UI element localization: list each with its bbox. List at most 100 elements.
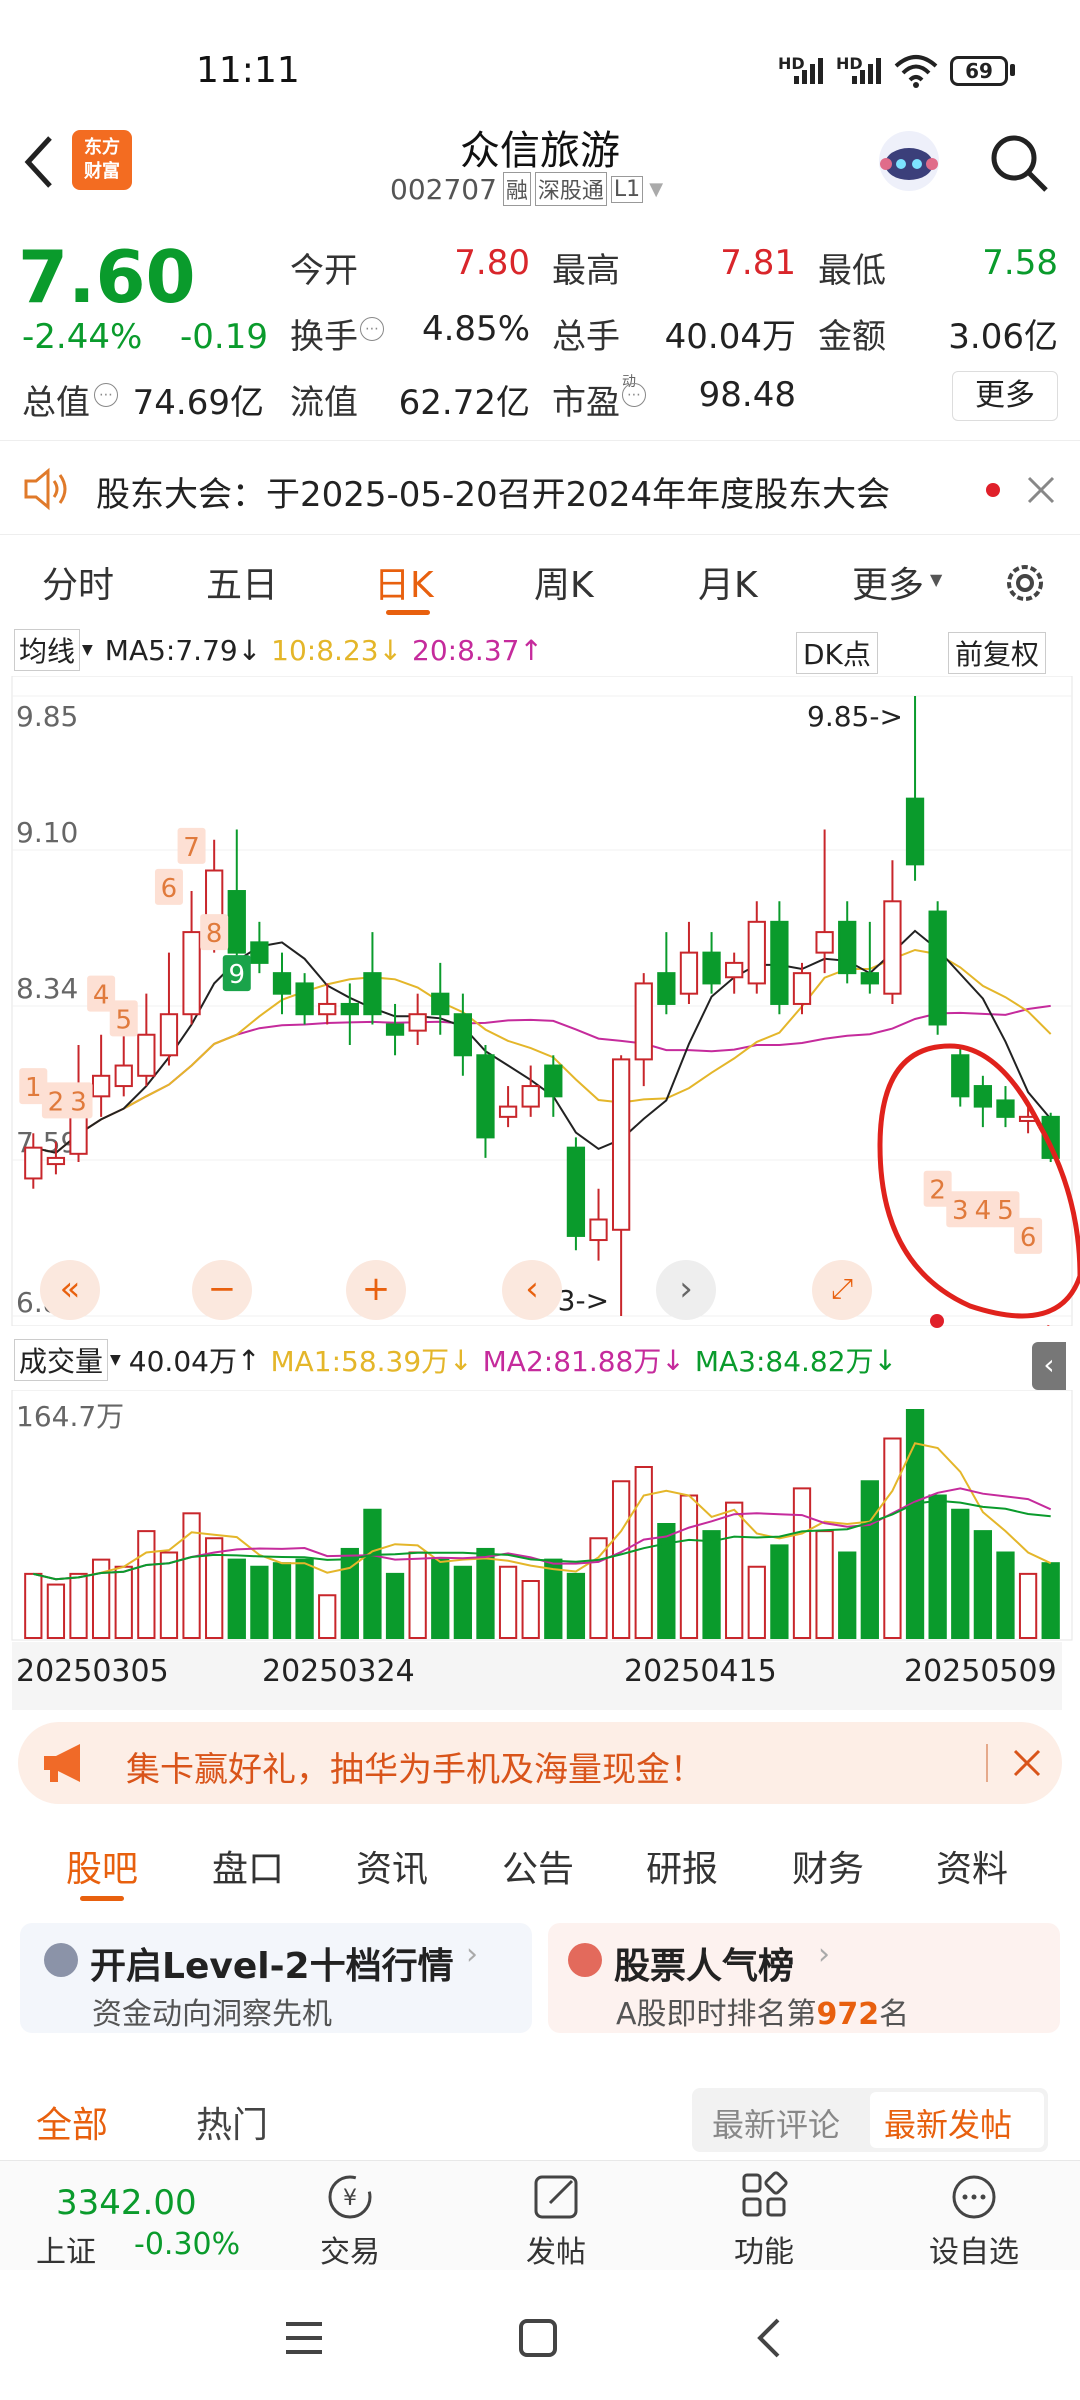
change-percent: -2.44%: [22, 317, 143, 357]
svg-text:¥: ¥: [343, 2186, 357, 2211]
collapse-panel-button[interactable]: ‹: [1032, 1342, 1066, 1390]
marker-label: 3: [952, 1196, 969, 1226]
close-icon[interactable]: [1012, 1748, 1042, 1778]
subtab-active-indicator: [80, 1896, 124, 1901]
close-icon[interactable]: [1026, 475, 1056, 505]
tab-orderbook[interactable]: 盘口: [212, 1840, 284, 1892]
tab-finance[interactable]: 财务: [792, 1840, 864, 1892]
candle-body: [634, 982, 653, 1061]
ma10-value: 10:8.23: [271, 633, 379, 667]
candle-body: [838, 920, 857, 975]
indicator-select[interactable]: 均线: [14, 629, 81, 671]
volume-bar: [657, 1523, 676, 1639]
volume-bar: [159, 1551, 179, 1639]
fullscreen-button[interactable]: ⤢: [812, 1260, 872, 1320]
more-button[interactable]: 更多: [952, 371, 1058, 421]
candle-body: [137, 1033, 156, 1077]
candle-body: [318, 1002, 337, 1016]
index-ticker[interactable]: 3342.00 上证 -0.30%: [0, 2161, 250, 2271]
tab-forum[interactable]: 股吧: [66, 1840, 138, 1892]
promo-banner[interactable]: 集卡赢好礼，抽华为手机及海量现金！: [18, 1722, 1062, 1804]
volume-bar: [250, 1565, 269, 1639]
tab-announcements[interactable]: 公告: [502, 1840, 574, 1892]
feature-cards: 开启Level-2十档行情 › 资金动向洞察先机 股票人气榜 › A股即时排名第…: [0, 1915, 1080, 2040]
date-label-4: 20250509: [904, 1654, 1057, 1689]
candle-body: [883, 900, 902, 995]
tab-monthly-k[interactable]: 月K: [698, 556, 758, 608]
sort-latest-post[interactable]: 最新发帖: [884, 2100, 1012, 2146]
edit-icon: [534, 2175, 578, 2219]
level2-icon: [44, 1943, 78, 1977]
volume-bar: [725, 1501, 744, 1639]
settings-icon[interactable]: [1000, 558, 1050, 608]
volume-bar: [1041, 1562, 1060, 1639]
notice-bar[interactable]: 股东大会：于2025-05-20召开2024年年度股东大会: [0, 440, 1080, 535]
candle-body: [657, 972, 676, 1005]
dropdown-icon[interactable]: ▼: [649, 179, 663, 200]
nav-add-watchlist[interactable]: 设自选: [914, 2171, 1034, 2271]
candle-body: [860, 972, 879, 985]
marker-label: 9: [229, 960, 246, 990]
candle-body: [363, 972, 382, 1016]
content-tabs: 股吧 盘口 资讯 公告 研报 财务 资料: [0, 1820, 1080, 1910]
filter-all[interactable]: 全部: [36, 2096, 108, 2148]
tab-news[interactable]: 资讯: [356, 1840, 428, 1892]
volume-today: 40.04万: [128, 1345, 237, 1378]
price-tick-label: 9.85: [16, 700, 78, 733]
date-label-1: 20250305: [16, 1654, 169, 1689]
tab-research[interactable]: 研报: [646, 1840, 718, 1892]
nav-post[interactable]: 发帖: [506, 2171, 606, 2271]
index-name: 上证: [36, 2235, 96, 2270]
zoom-out-button[interactable]: −: [192, 1260, 252, 1320]
search-icon[interactable]: [988, 132, 1050, 194]
open-label: 今开: [290, 251, 358, 291]
volume-bar: [272, 1562, 292, 1639]
volume-bar: [589, 1537, 608, 1639]
robot-assistant-icon[interactable]: [872, 124, 946, 198]
nav-trade[interactable]: ¥ 交易: [300, 2171, 400, 2271]
pe-label: 市盈: [552, 383, 620, 423]
candle-body: [453, 1013, 473, 1057]
prev-button[interactable]: ‹: [502, 1260, 562, 1320]
level2-card[interactable]: 开启Level-2十档行情 › 资金动向洞察先机: [20, 1923, 532, 2033]
stock-code-row: 002707 融 深股通 L1 ▼: [390, 172, 663, 206]
info-icon-3[interactable]: ⋯: [622, 383, 646, 407]
back-nav-icon[interactable]: [754, 2316, 784, 2360]
next-button[interactable]: ›: [656, 1260, 716, 1320]
volume-bar: [408, 1551, 427, 1639]
nav-function[interactable]: 功能: [714, 2171, 814, 2271]
chart-frame: [11, 676, 1073, 1326]
zoom-in-button[interactable]: +: [346, 1260, 406, 1320]
home-icon[interactable]: [518, 2318, 558, 2358]
marker-label: 4: [975, 1196, 992, 1226]
sort-latest-comment[interactable]: 最新评论: [712, 2100, 840, 2146]
volume-bar: [498, 1565, 518, 1639]
filter-hot[interactable]: 热门: [196, 2096, 268, 2148]
volume-bar: [770, 1544, 789, 1639]
menu-icon[interactable]: [284, 2320, 324, 2356]
ma20-value: 20:8.37: [412, 633, 520, 667]
volume-bar: [431, 1558, 450, 1639]
pe-value: 98.48: [698, 375, 796, 415]
tab-five-day[interactable]: 五日: [206, 556, 278, 608]
low-label: 最低: [818, 251, 886, 291]
tab-daily-k[interactable]: 日K: [374, 556, 434, 608]
info-icon-2[interactable]: ⋯: [94, 383, 118, 407]
candle-body: [792, 972, 812, 1005]
info-icon[interactable]: ⋯: [360, 317, 384, 341]
scroll-left-button[interactable]: «: [40, 1260, 100, 1320]
marker-label: 8: [206, 919, 223, 949]
adjust-button[interactable]: 前复权: [948, 632, 1047, 674]
popularity-card[interactable]: 股票人气榜 › A股即时排名第972名: [548, 1923, 1060, 2033]
volume-bar: [860, 1480, 879, 1639]
volume-select[interactable]: 成交量: [14, 1339, 109, 1381]
dk-point-button[interactable]: DK点: [796, 632, 878, 674]
tab-profile[interactable]: 资料: [936, 1840, 1008, 1892]
tab-more[interactable]: 更多: [852, 556, 924, 608]
volume-bar: [363, 1508, 382, 1639]
tab-weekly-k[interactable]: 周K: [534, 556, 594, 608]
marker-label: 6: [161, 874, 178, 904]
kline-chart[interactable]: 9.859.108.347.596.83123456789234569.85->…: [0, 676, 1080, 1326]
tab-intraday[interactable]: 分时: [42, 556, 114, 608]
kline-chart-area[interactable]: 均线 ▼ MA5:7.79 ↓ 10:8.23 ↓ 20:8.37 ↑ DK点 …: [0, 620, 1080, 1710]
